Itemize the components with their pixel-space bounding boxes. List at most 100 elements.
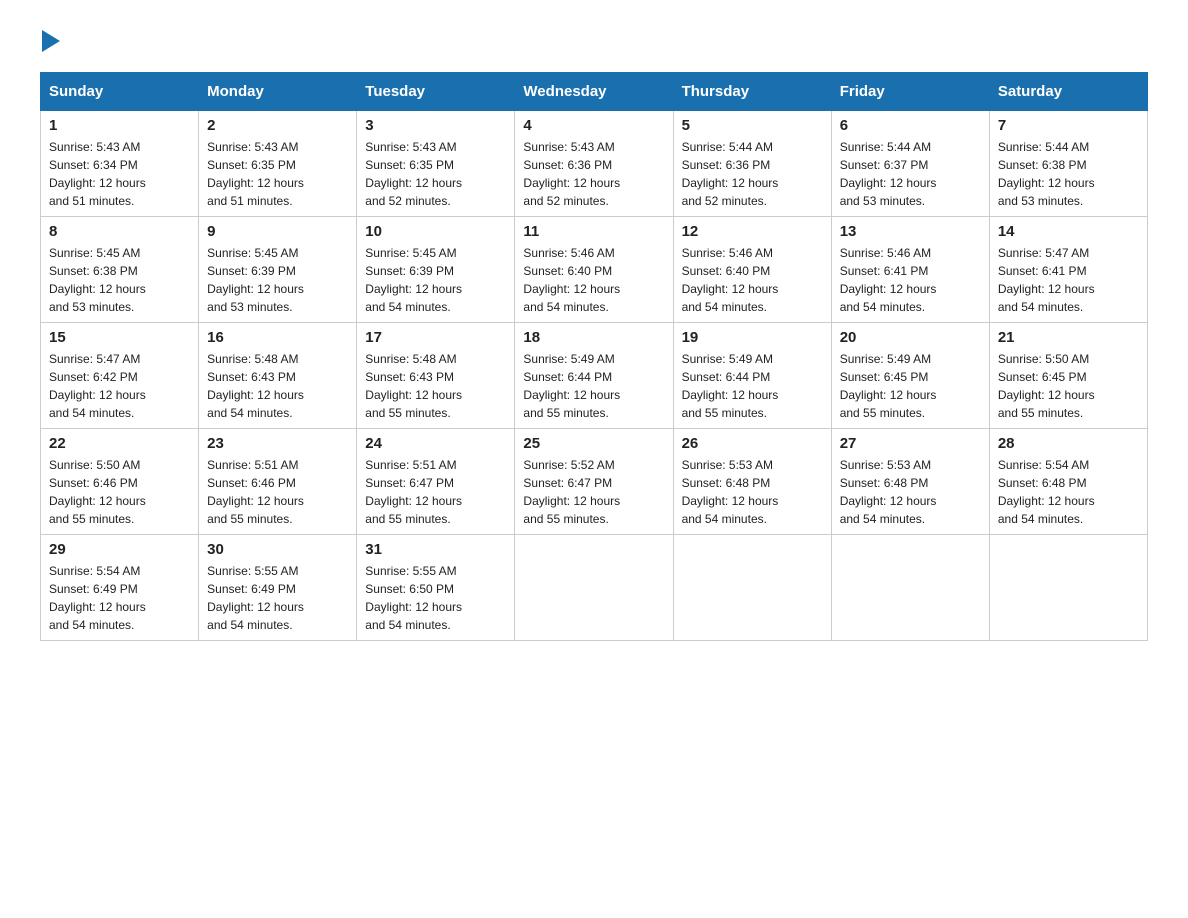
logo [40, 30, 60, 52]
day-info: Sunrise: 5:46 AM Sunset: 6:40 PM Dayligh… [682, 244, 823, 316]
day-info: Sunrise: 5:55 AM Sunset: 6:50 PM Dayligh… [365, 562, 506, 634]
day-number: 16 [207, 329, 348, 346]
day-number: 7 [998, 117, 1139, 134]
calendar-day-19: 19 Sunrise: 5:49 AM Sunset: 6:44 PM Dayl… [673, 323, 831, 429]
day-info: Sunrise: 5:48 AM Sunset: 6:43 PM Dayligh… [365, 350, 506, 422]
calendar-day-18: 18 Sunrise: 5:49 AM Sunset: 6:44 PM Dayl… [515, 323, 673, 429]
calendar-day-7: 7 Sunrise: 5:44 AM Sunset: 6:38 PM Dayli… [989, 111, 1147, 217]
day-number: 20 [840, 329, 981, 346]
day-number: 6 [840, 117, 981, 134]
calendar-day-16: 16 Sunrise: 5:48 AM Sunset: 6:43 PM Dayl… [199, 323, 357, 429]
calendar-day-20: 20 Sunrise: 5:49 AM Sunset: 6:45 PM Dayl… [831, 323, 989, 429]
day-number: 26 [682, 435, 823, 452]
day-number: 24 [365, 435, 506, 452]
day-number: 2 [207, 117, 348, 134]
calendar-day-26: 26 Sunrise: 5:53 AM Sunset: 6:48 PM Dayl… [673, 429, 831, 535]
calendar-day-8: 8 Sunrise: 5:45 AM Sunset: 6:38 PM Dayli… [41, 217, 199, 323]
col-header-wednesday: Wednesday [515, 73, 673, 111]
day-number: 15 [49, 329, 190, 346]
calendar-day-24: 24 Sunrise: 5:51 AM Sunset: 6:47 PM Dayl… [357, 429, 515, 535]
calendar-day-31: 31 Sunrise: 5:55 AM Sunset: 6:50 PM Dayl… [357, 535, 515, 641]
calendar-day-22: 22 Sunrise: 5:50 AM Sunset: 6:46 PM Dayl… [41, 429, 199, 535]
calendar-day-17: 17 Sunrise: 5:48 AM Sunset: 6:43 PM Dayl… [357, 323, 515, 429]
calendar-day-11: 11 Sunrise: 5:46 AM Sunset: 6:40 PM Dayl… [515, 217, 673, 323]
col-header-saturday: Saturday [989, 73, 1147, 111]
day-info: Sunrise: 5:54 AM Sunset: 6:49 PM Dayligh… [49, 562, 190, 634]
day-info: Sunrise: 5:52 AM Sunset: 6:47 PM Dayligh… [523, 456, 664, 528]
day-info: Sunrise: 5:46 AM Sunset: 6:40 PM Dayligh… [523, 244, 664, 316]
day-number: 10 [365, 223, 506, 240]
day-number: 11 [523, 223, 664, 240]
day-info: Sunrise: 5:45 AM Sunset: 6:39 PM Dayligh… [365, 244, 506, 316]
day-info: Sunrise: 5:46 AM Sunset: 6:41 PM Dayligh… [840, 244, 981, 316]
day-number: 5 [682, 117, 823, 134]
day-info: Sunrise: 5:49 AM Sunset: 6:44 PM Dayligh… [682, 350, 823, 422]
logo-arrow-icon [42, 30, 60, 52]
day-info: Sunrise: 5:43 AM Sunset: 6:35 PM Dayligh… [365, 138, 506, 210]
day-info: Sunrise: 5:50 AM Sunset: 6:46 PM Dayligh… [49, 456, 190, 528]
day-number: 18 [523, 329, 664, 346]
calendar-day-1: 1 Sunrise: 5:43 AM Sunset: 6:34 PM Dayli… [41, 111, 199, 217]
col-header-sunday: Sunday [41, 73, 199, 111]
day-number: 21 [998, 329, 1139, 346]
day-info: Sunrise: 5:53 AM Sunset: 6:48 PM Dayligh… [682, 456, 823, 528]
day-number: 19 [682, 329, 823, 346]
day-info: Sunrise: 5:54 AM Sunset: 6:48 PM Dayligh… [998, 456, 1139, 528]
day-info: Sunrise: 5:45 AM Sunset: 6:38 PM Dayligh… [49, 244, 190, 316]
day-info: Sunrise: 5:48 AM Sunset: 6:43 PM Dayligh… [207, 350, 348, 422]
day-number: 29 [49, 541, 190, 558]
page-header [40, 30, 1148, 52]
day-info: Sunrise: 5:43 AM Sunset: 6:35 PM Dayligh… [207, 138, 348, 210]
calendar-day-6: 6 Sunrise: 5:44 AM Sunset: 6:37 PM Dayli… [831, 111, 989, 217]
day-number: 30 [207, 541, 348, 558]
calendar-day-30: 30 Sunrise: 5:55 AM Sunset: 6:49 PM Dayl… [199, 535, 357, 641]
calendar-day-2: 2 Sunrise: 5:43 AM Sunset: 6:35 PM Dayli… [199, 111, 357, 217]
day-info: Sunrise: 5:51 AM Sunset: 6:46 PM Dayligh… [207, 456, 348, 528]
day-number: 14 [998, 223, 1139, 240]
calendar-day-5: 5 Sunrise: 5:44 AM Sunset: 6:36 PM Dayli… [673, 111, 831, 217]
day-number: 27 [840, 435, 981, 452]
day-number: 23 [207, 435, 348, 452]
day-info: Sunrise: 5:53 AM Sunset: 6:48 PM Dayligh… [840, 456, 981, 528]
calendar-week-2: 8 Sunrise: 5:45 AM Sunset: 6:38 PM Dayli… [41, 217, 1148, 323]
day-number: 8 [49, 223, 190, 240]
day-info: Sunrise: 5:44 AM Sunset: 6:38 PM Dayligh… [998, 138, 1139, 210]
calendar-week-1: 1 Sunrise: 5:43 AM Sunset: 6:34 PM Dayli… [41, 111, 1148, 217]
empty-cell [989, 535, 1147, 641]
day-number: 9 [207, 223, 348, 240]
day-info: Sunrise: 5:45 AM Sunset: 6:39 PM Dayligh… [207, 244, 348, 316]
day-number: 28 [998, 435, 1139, 452]
day-info: Sunrise: 5:49 AM Sunset: 6:44 PM Dayligh… [523, 350, 664, 422]
calendar-day-27: 27 Sunrise: 5:53 AM Sunset: 6:48 PM Dayl… [831, 429, 989, 535]
day-info: Sunrise: 5:43 AM Sunset: 6:36 PM Dayligh… [523, 138, 664, 210]
day-info: Sunrise: 5:50 AM Sunset: 6:45 PM Dayligh… [998, 350, 1139, 422]
day-info: Sunrise: 5:43 AM Sunset: 6:34 PM Dayligh… [49, 138, 190, 210]
col-header-monday: Monday [199, 73, 357, 111]
calendar-day-4: 4 Sunrise: 5:43 AM Sunset: 6:36 PM Dayli… [515, 111, 673, 217]
day-info: Sunrise: 5:51 AM Sunset: 6:47 PM Dayligh… [365, 456, 506, 528]
calendar-day-23: 23 Sunrise: 5:51 AM Sunset: 6:46 PM Dayl… [199, 429, 357, 535]
calendar-day-9: 9 Sunrise: 5:45 AM Sunset: 6:39 PM Dayli… [199, 217, 357, 323]
calendar-day-13: 13 Sunrise: 5:46 AM Sunset: 6:41 PM Dayl… [831, 217, 989, 323]
col-header-thursday: Thursday [673, 73, 831, 111]
calendar-table: SundayMondayTuesdayWednesdayThursdayFrid… [40, 72, 1148, 641]
empty-cell [673, 535, 831, 641]
calendar-day-21: 21 Sunrise: 5:50 AM Sunset: 6:45 PM Dayl… [989, 323, 1147, 429]
calendar-day-10: 10 Sunrise: 5:45 AM Sunset: 6:39 PM Dayl… [357, 217, 515, 323]
day-info: Sunrise: 5:47 AM Sunset: 6:41 PM Dayligh… [998, 244, 1139, 316]
day-info: Sunrise: 5:44 AM Sunset: 6:36 PM Dayligh… [682, 138, 823, 210]
calendar-header-row: SundayMondayTuesdayWednesdayThursdayFrid… [41, 73, 1148, 111]
calendar-day-3: 3 Sunrise: 5:43 AM Sunset: 6:35 PM Dayli… [357, 111, 515, 217]
day-info: Sunrise: 5:55 AM Sunset: 6:49 PM Dayligh… [207, 562, 348, 634]
day-info: Sunrise: 5:49 AM Sunset: 6:45 PM Dayligh… [840, 350, 981, 422]
calendar-day-28: 28 Sunrise: 5:54 AM Sunset: 6:48 PM Dayl… [989, 429, 1147, 535]
calendar-day-14: 14 Sunrise: 5:47 AM Sunset: 6:41 PM Dayl… [989, 217, 1147, 323]
calendar-day-12: 12 Sunrise: 5:46 AM Sunset: 6:40 PM Dayl… [673, 217, 831, 323]
day-number: 25 [523, 435, 664, 452]
empty-cell [515, 535, 673, 641]
calendar-week-3: 15 Sunrise: 5:47 AM Sunset: 6:42 PM Dayl… [41, 323, 1148, 429]
day-number: 12 [682, 223, 823, 240]
day-number: 31 [365, 541, 506, 558]
calendar-day-25: 25 Sunrise: 5:52 AM Sunset: 6:47 PM Dayl… [515, 429, 673, 535]
calendar-week-4: 22 Sunrise: 5:50 AM Sunset: 6:46 PM Dayl… [41, 429, 1148, 535]
